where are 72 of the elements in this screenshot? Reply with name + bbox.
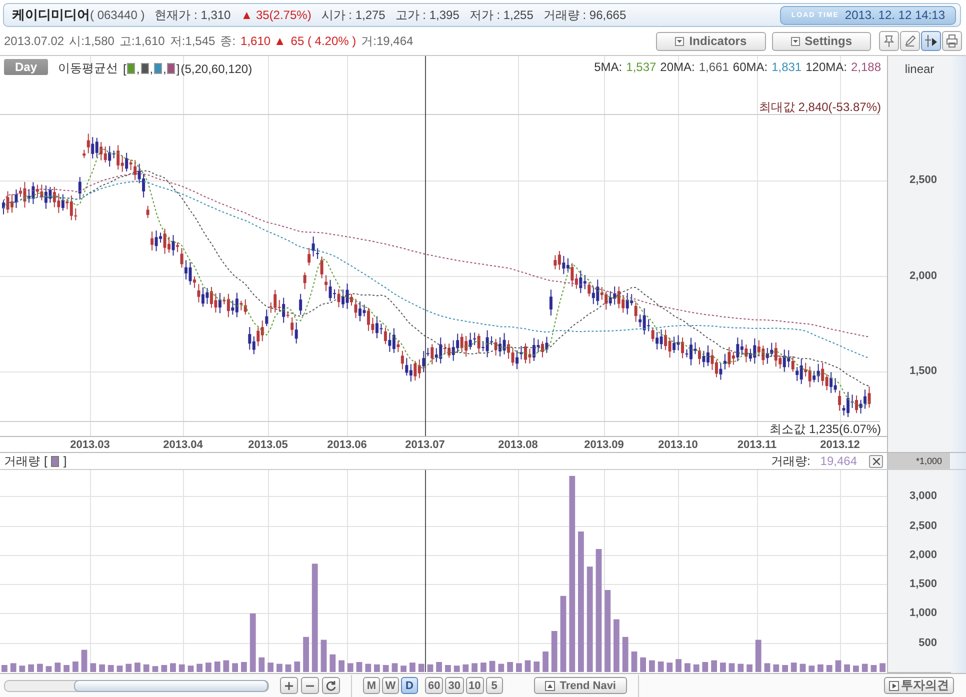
legend-bracket: ] (176, 62, 180, 76)
axis-label: 2,000 (909, 270, 937, 282)
stock-code: ( 063440 ) (90, 8, 145, 22)
ma-value: 2,188 (850, 60, 881, 74)
ohlc-field: 2013.07.02 (4, 34, 64, 48)
period-button[interactable]: D (401, 677, 418, 694)
ma-params: (5,20,60,120) (180, 62, 252, 76)
ma-label: 20MA: (660, 60, 695, 74)
quote-field: 현재가 : 1,310 (154, 6, 231, 24)
ohlc-field: 거:19,464 (361, 32, 414, 50)
axis-label: 2013.11 (737, 439, 777, 451)
axis-label: 2013.12 (820, 439, 860, 451)
ma-value: 1,661 (698, 60, 729, 74)
interval-button[interactable]: 60 (425, 677, 444, 694)
legend-separator: , (150, 62, 154, 76)
trend-navi-button[interactable]: Trend Navi (534, 677, 627, 694)
period-button[interactable]: M (363, 677, 380, 694)
axis-label: 1,500 (909, 365, 937, 377)
axis-label: 2013.06 (327, 439, 367, 451)
ma-label: 120MA: (806, 60, 847, 74)
ohlc-field: 고:1,610 (119, 32, 165, 50)
ma-label: 60MA: (732, 60, 768, 74)
axis-label: 2,500 (909, 174, 937, 186)
price-change: ▲ 35(2.75%) (240, 8, 312, 22)
quote-field: 저가 : 1,255 (469, 6, 534, 24)
investment-opinion-button[interactable]: 투자의견 (884, 677, 954, 694)
axis-label: 1,000 (909, 607, 937, 620)
load-time-value: 2013. 12. 12 14:13 (844, 8, 945, 22)
axis-label: 2013.08 (498, 439, 538, 451)
ohlc-field: 65 ( 4.20% ) (290, 34, 356, 48)
ohlc-field: 1,610 ▲ (240, 34, 286, 48)
period-button[interactable]: W (382, 677, 399, 694)
axis-label: 500 (918, 636, 937, 649)
min-value-label: 최소값 1,235(6.07%) (770, 421, 881, 438)
ma-label: 5MA: (594, 60, 622, 74)
ma-value: 1,831 (772, 60, 802, 74)
quote-field: 시가 : 1,275 (321, 6, 386, 24)
interval-button[interactable]: 10 (466, 677, 484, 694)
quote-field: 거래량 : 96,665 (543, 6, 626, 24)
max-value-label: 최대값 2,840(-53.87%) (758, 99, 881, 116)
axis-label: 2013.05 (248, 439, 288, 451)
legend-separator: , (163, 62, 166, 76)
stock-name: 케이디미디어 (12, 6, 90, 24)
axis-label: 2,500 (909, 520, 937, 532)
axis-label: 2013.10 (658, 439, 698, 451)
ohlc-field: 시:1,580 (69, 32, 114, 50)
ohlc-field: 종: (220, 32, 236, 50)
axis-label: 2013.07 (405, 439, 445, 451)
settings-button[interactable]: Settings (772, 32, 871, 50)
unit-label: *1,000 (916, 456, 942, 466)
legend-bracket: [ (123, 62, 126, 76)
interval-button[interactable]: 5 (486, 677, 503, 694)
scale-label: linear (904, 62, 936, 76)
legend-bracket: [ (44, 454, 48, 468)
volume-label: 거래량 (4, 452, 40, 470)
ohlc-field: 저:1,545 (170, 32, 216, 50)
legend-separator: , (136, 62, 140, 76)
quote-field: 고가 : 1,395 (395, 6, 460, 24)
axis-label: 3,000 (909, 490, 937, 502)
indicators-button[interactable]: Indicators (656, 32, 766, 50)
ma-value: 1,537 (626, 60, 656, 74)
volume-reading: 19,464 (820, 454, 857, 468)
axis-label: 2013.09 (584, 439, 624, 451)
interval-button[interactable]: 30 (445, 677, 464, 694)
axis-label: 1,500 (909, 578, 937, 590)
legend-bracket: ] (63, 454, 67, 468)
axis-label: 2,000 (909, 548, 937, 561)
axis-label: 2013.04 (163, 439, 203, 451)
period-badge: Day (4, 59, 48, 75)
volume-reading-label: 거래량: (770, 452, 810, 470)
axis-label: 2013.03 (70, 439, 110, 451)
indicator-name: 이동평균선 (58, 60, 118, 77)
